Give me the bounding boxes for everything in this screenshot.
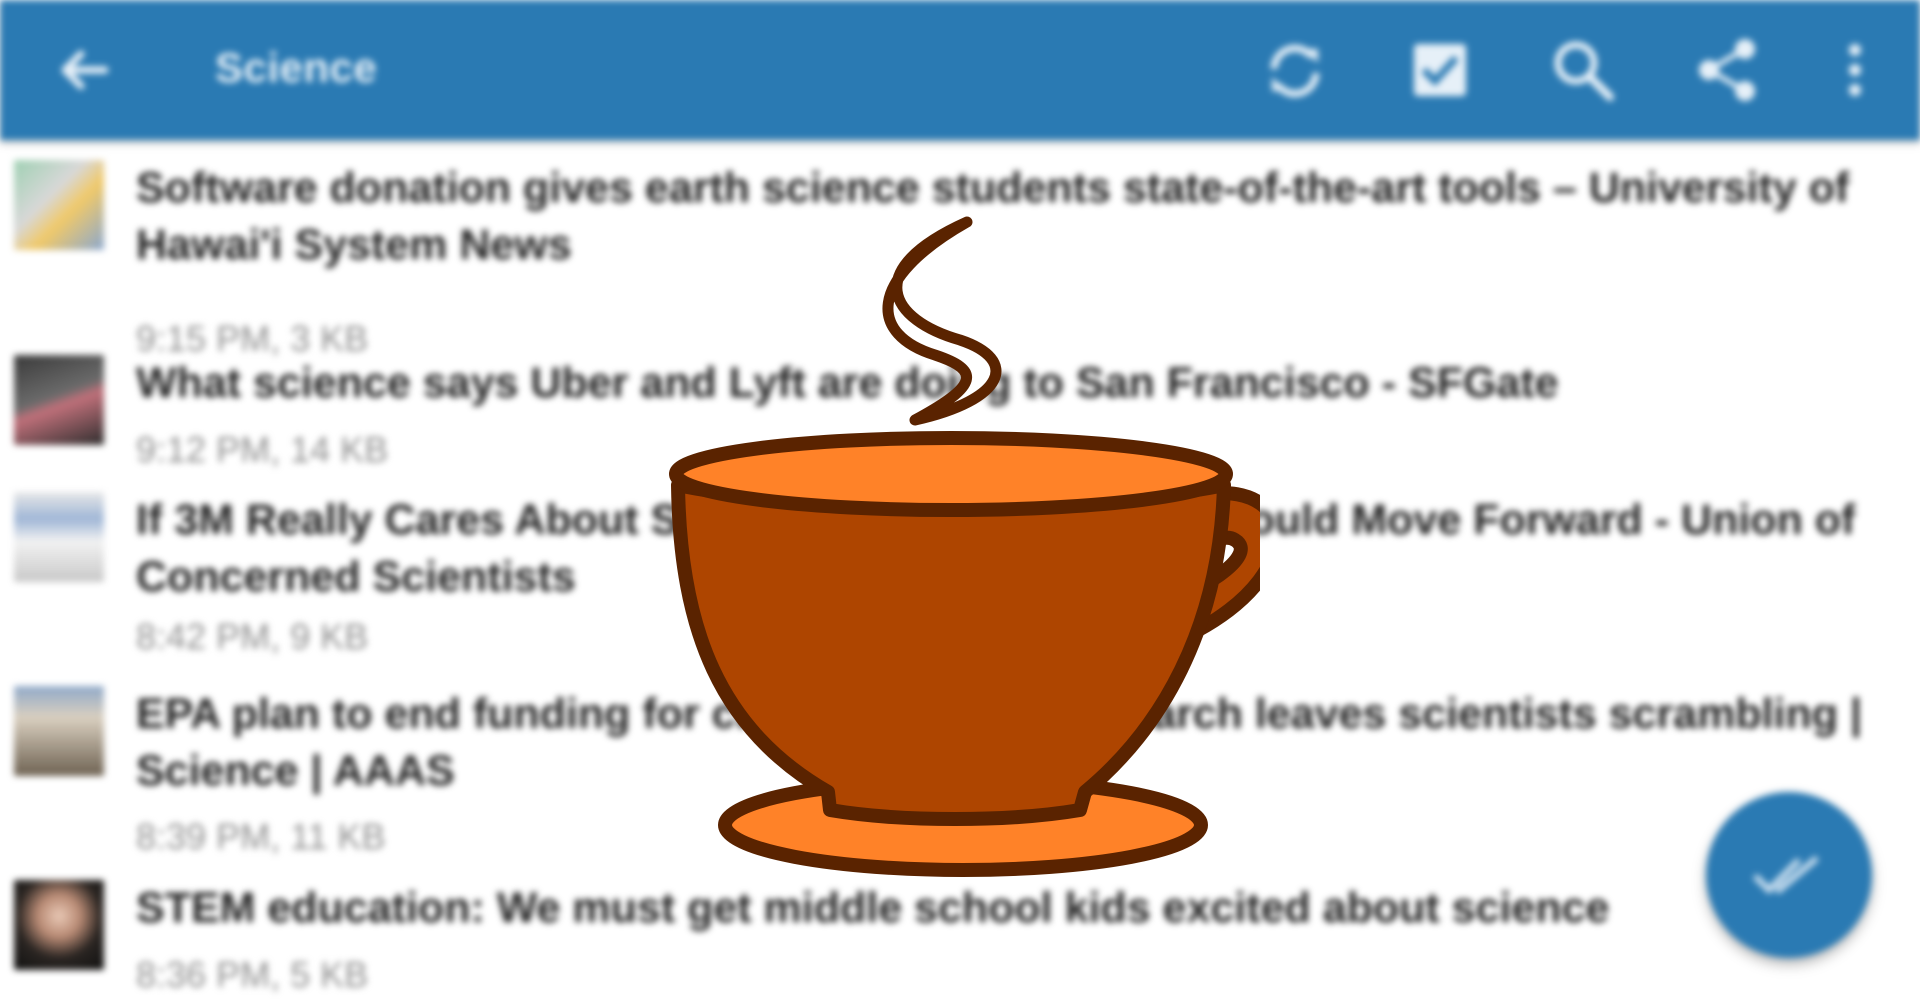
app-window: Science Software donation gives earth sc…	[0, 0, 1920, 1006]
article-thumbnail	[14, 686, 104, 776]
article-meta: 8:42 PM, 9 KB	[136, 616, 369, 657]
article-thumbnail	[14, 880, 104, 970]
checkbox-icon[interactable]	[1405, 35, 1475, 105]
article-thumbnail	[14, 355, 104, 445]
toolbar: Science	[0, 0, 1920, 140]
mark-all-read-fab[interactable]	[1706, 792, 1872, 958]
article-meta: 9:12 PM, 14 KB	[136, 429, 389, 470]
back-arrow-icon[interactable]	[48, 35, 118, 105]
search-icon[interactable]	[1548, 35, 1618, 105]
article-meta: 8:39 PM, 11 KB	[136, 816, 386, 857]
overflow-menu-icon[interactable]	[1820, 35, 1890, 105]
share-icon[interactable]	[1693, 35, 1763, 105]
article-meta: 9:15 PM, 3 KB	[136, 318, 369, 359]
coffee-cup-icon	[669, 216, 1260, 877]
article-meta: 8:36 PM, 5 KB	[136, 954, 369, 995]
double-check-icon	[1752, 855, 1819, 895]
article-thumbnail	[14, 492, 104, 582]
toolbar-title: Science	[215, 44, 378, 91]
refresh-icon[interactable]	[1260, 35, 1330, 105]
article-thumbnail	[14, 160, 104, 250]
